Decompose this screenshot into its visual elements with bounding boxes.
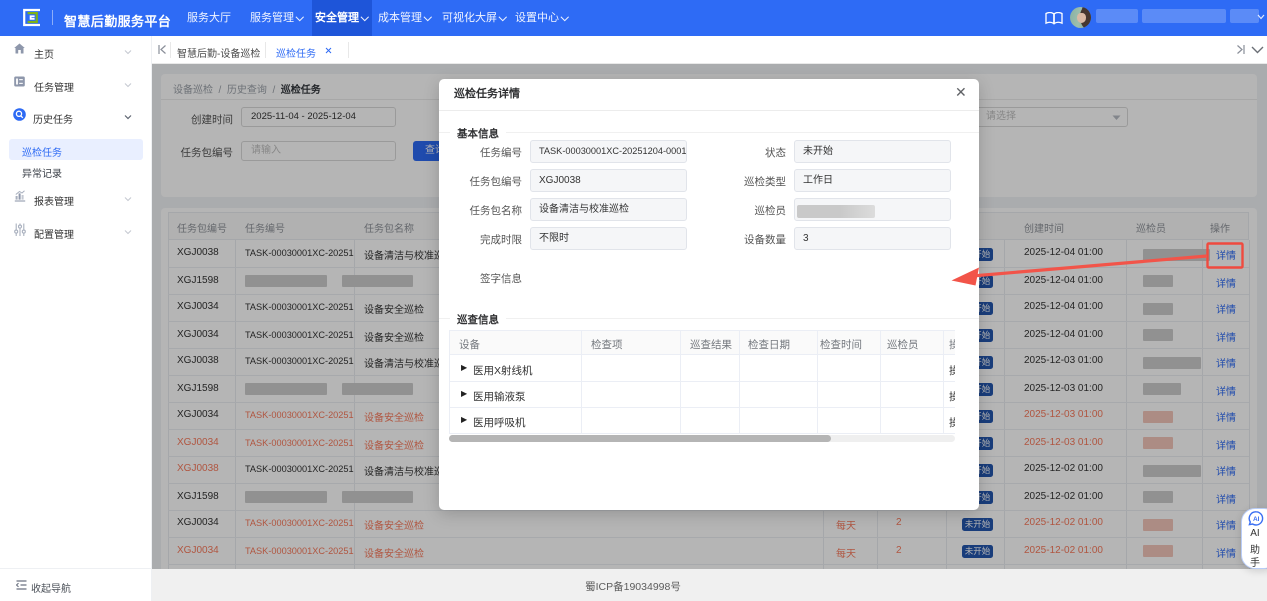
svg-text:AI: AI [1253,516,1260,523]
